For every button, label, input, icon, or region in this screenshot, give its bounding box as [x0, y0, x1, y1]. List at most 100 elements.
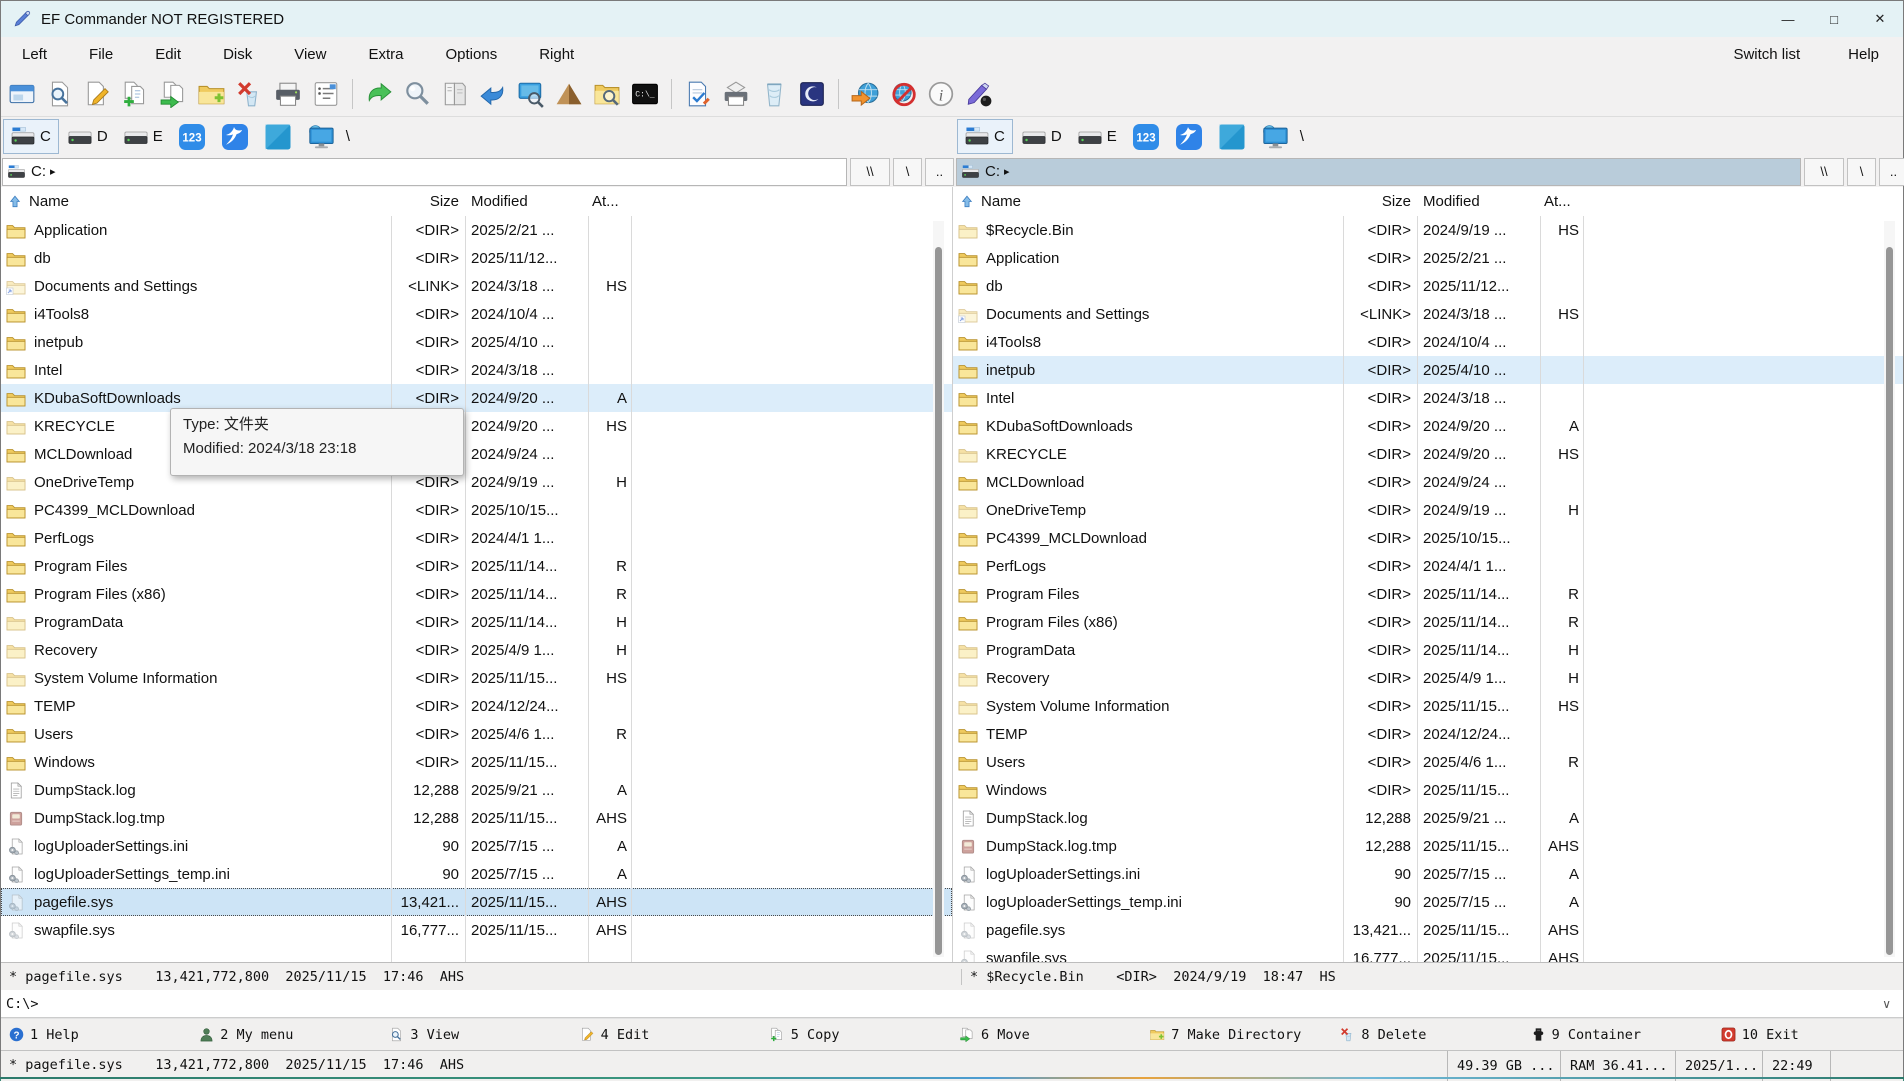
file-row[interactable]: inetpub<DIR>2025/4/10 ... [1, 328, 952, 356]
nav-root-button[interactable]: \ [1847, 158, 1876, 186]
file-row[interactable]: i4Tools8<DIR>2024/10/4 ... [1, 300, 952, 328]
file-row[interactable]: db<DIR>2025/11/12... [953, 272, 1903, 300]
delete-button[interactable] [231, 76, 269, 112]
network-monitor-button[interactable] [301, 120, 341, 153]
badge-123-button[interactable]: 123 [172, 120, 212, 153]
screen-search-button[interactable] [512, 76, 550, 112]
file-row[interactable]: PerfLogs<DIR>2024/4/1 1... [1, 524, 952, 552]
view-doc-button[interactable] [41, 76, 79, 112]
drive-d-button[interactable]: D [1015, 120, 1069, 153]
globe-block-button[interactable] [884, 76, 922, 112]
nav-root-unc-button[interactable]: \\ [850, 158, 890, 186]
column-size[interactable]: Size [391, 193, 465, 210]
file-row[interactable]: Recovery<DIR>2025/4/9 1...H [1, 636, 952, 664]
menu-help[interactable]: Help [1824, 46, 1903, 63]
file-row[interactable]: Application<DIR>2025/2/21 ... [1, 216, 952, 244]
window-button[interactable] [3, 76, 41, 112]
file-row[interactable]: PC4399_MCLDownload<DIR>2025/10/15... [953, 524, 1903, 552]
file-row[interactable]: swapfile.sys16,777...2025/11/15...AHS [1, 916, 952, 944]
file-row[interactable]: Application<DIR>2025/2/21 ... [953, 244, 1903, 272]
column-modified[interactable]: Modified [465, 193, 588, 210]
fn-6-move[interactable]: 6 Move [952, 1027, 1142, 1043]
fn-1-help[interactable]: ?1 Help [1, 1027, 191, 1043]
menu-switch-list[interactable]: Switch list [1709, 46, 1824, 63]
file-row[interactable]: TEMP<DIR>2024/12/24... [1, 692, 952, 720]
close-button[interactable]: ✕ [1857, 1, 1903, 37]
file-row[interactable]: DumpStack.log.tmp12,2882025/11/15...AHS [953, 832, 1903, 860]
file-row[interactable]: ProgramData<DIR>2025/11/14...H [953, 636, 1903, 664]
fn-4-edit[interactable]: 4 Edit [572, 1027, 762, 1043]
file-row[interactable]: KDubaSoftDownloads<DIR>2024/9/20 ...A [953, 412, 1903, 440]
file-row[interactable]: Program Files<DIR>2025/11/14...R [1, 552, 952, 580]
blue-square-button[interactable] [1212, 120, 1252, 153]
export-globe-button[interactable] [846, 76, 884, 112]
badge-123-button[interactable]: 123 [1126, 120, 1166, 153]
file-row[interactable]: DumpStack.log12,2882025/9/21 ...A [953, 804, 1903, 832]
left-path-input[interactable]: C: ▸ [2, 158, 847, 186]
thunder-bird-button[interactable] [1169, 120, 1209, 153]
file-row[interactable]: i4Tools8<DIR>2024/10/4 ... [953, 328, 1903, 356]
new-folder-button[interactable] [193, 76, 231, 112]
menu-edit[interactable]: Edit [134, 46, 202, 63]
file-row[interactable]: MCLDownload<DIR>2024/9/24 ... [1, 440, 952, 468]
file-row[interactable]: logUploaderSettings.ini902025/7/15 ...A [953, 860, 1903, 888]
edit-doc-button[interactable] [79, 76, 117, 112]
properties-button[interactable] [307, 76, 345, 112]
file-row[interactable]: OneDriveTemp<DIR>2024/9/19 ...H [1, 468, 952, 496]
file-row[interactable]: Documents and Settings<LINK>2024/3/18 ..… [1, 272, 952, 300]
menu-view[interactable]: View [273, 46, 347, 63]
file-row[interactable]: KDubaSoftDownloads<DIR>2024/9/20 ...A [1, 384, 952, 412]
file-row[interactable]: logUploaderSettings_temp.ini902025/7/15 … [953, 888, 1903, 916]
file-row[interactable]: Intel<DIR>2024/3/18 ... [953, 384, 1903, 412]
menu-options[interactable]: Options [425, 46, 519, 63]
menu-extra[interactable]: Extra [347, 46, 424, 63]
arrow-green-button[interactable] [360, 76, 398, 112]
left-scrollbar[interactable] [933, 221, 944, 957]
file-row[interactable]: DumpStack.log.tmp12,2882025/11/15...AHS [1, 804, 952, 832]
print-page-button[interactable] [717, 76, 755, 112]
blue-square-button[interactable] [258, 120, 298, 153]
file-row[interactable]: Program Files (x86)<DIR>2025/11/14...R [1, 580, 952, 608]
column-name[interactable]: Name [1, 193, 391, 210]
column-attributes[interactable]: At... [588, 193, 631, 210]
trash-button[interactable] [755, 76, 793, 112]
console-button[interactable]: C:\_ [626, 76, 664, 112]
fn-10-exit[interactable]: 10 Exit [1713, 1027, 1903, 1043]
drive-c-button[interactable]: C [3, 119, 59, 154]
menu-right[interactable]: Right [518, 46, 595, 63]
column-name[interactable]: Name [953, 193, 1343, 210]
file-row[interactable]: logUploaderSettings_temp.ini902025/7/15 … [1, 860, 952, 888]
nav-root-button[interactable]: \ [893, 158, 922, 186]
file-row[interactable]: MCLDownload<DIR>2024/9/24 ... [953, 468, 1903, 496]
file-row[interactable]: System Volume Information<DIR>2025/11/15… [953, 692, 1903, 720]
file-row[interactable]: Windows<DIR>2025/11/15... [953, 776, 1903, 804]
file-row[interactable]: KRECYCLE<DIR>2024/9/20 ...HS [953, 440, 1903, 468]
file-row[interactable]: DumpStack.log12,2882025/9/21 ...A [1, 776, 952, 804]
file-row[interactable]: KRECYCLE<DIR>2024/9/20 ...HS [1, 412, 952, 440]
info-button[interactable]: i [922, 76, 960, 112]
file-row[interactable]: Documents and Settings<LINK>2024/3/18 ..… [953, 300, 1903, 328]
folder-search-button[interactable] [588, 76, 626, 112]
file-row[interactable]: Users<DIR>2025/4/6 1...R [1, 720, 952, 748]
column-modified[interactable]: Modified [1417, 193, 1540, 210]
nav-parent-button[interactable]: .. [925, 158, 954, 186]
file-row[interactable]: inetpub<DIR>2025/4/10 ... [953, 356, 1903, 384]
column-size[interactable]: Size [1343, 193, 1417, 210]
fn-2-my-menu[interactable]: 2 My menu [191, 1027, 381, 1043]
fn-9-container[interactable]: 9 Container [1523, 1027, 1713, 1043]
file-row[interactable]: $Recycle.Bin<DIR>2024/9/19 ...HS [953, 216, 1903, 244]
pyramid-button[interactable] [550, 76, 588, 112]
file-row[interactable]: db<DIR>2025/11/12... [1, 244, 952, 272]
network-monitor-button[interactable] [1255, 120, 1295, 153]
fn-8-delete[interactable]: 8 Delete [1332, 1027, 1522, 1043]
book-button[interactable] [436, 76, 474, 112]
column-attributes[interactable]: At... [1540, 193, 1583, 210]
file-row[interactable]: OneDriveTemp<DIR>2024/9/19 ...H [953, 496, 1903, 524]
drive-e-button[interactable]: E [1071, 120, 1124, 153]
drive-e-button[interactable]: E [117, 120, 170, 153]
file-row[interactable]: Program Files (x86)<DIR>2025/11/14...R [953, 608, 1903, 636]
file-row[interactable]: PerfLogs<DIR>2024/4/1 1... [953, 552, 1903, 580]
scrollbar-thumb[interactable] [935, 247, 942, 955]
file-row[interactable]: Intel<DIR>2024/3/18 ... [1, 356, 952, 384]
screen-moon-button[interactable] [793, 76, 831, 112]
